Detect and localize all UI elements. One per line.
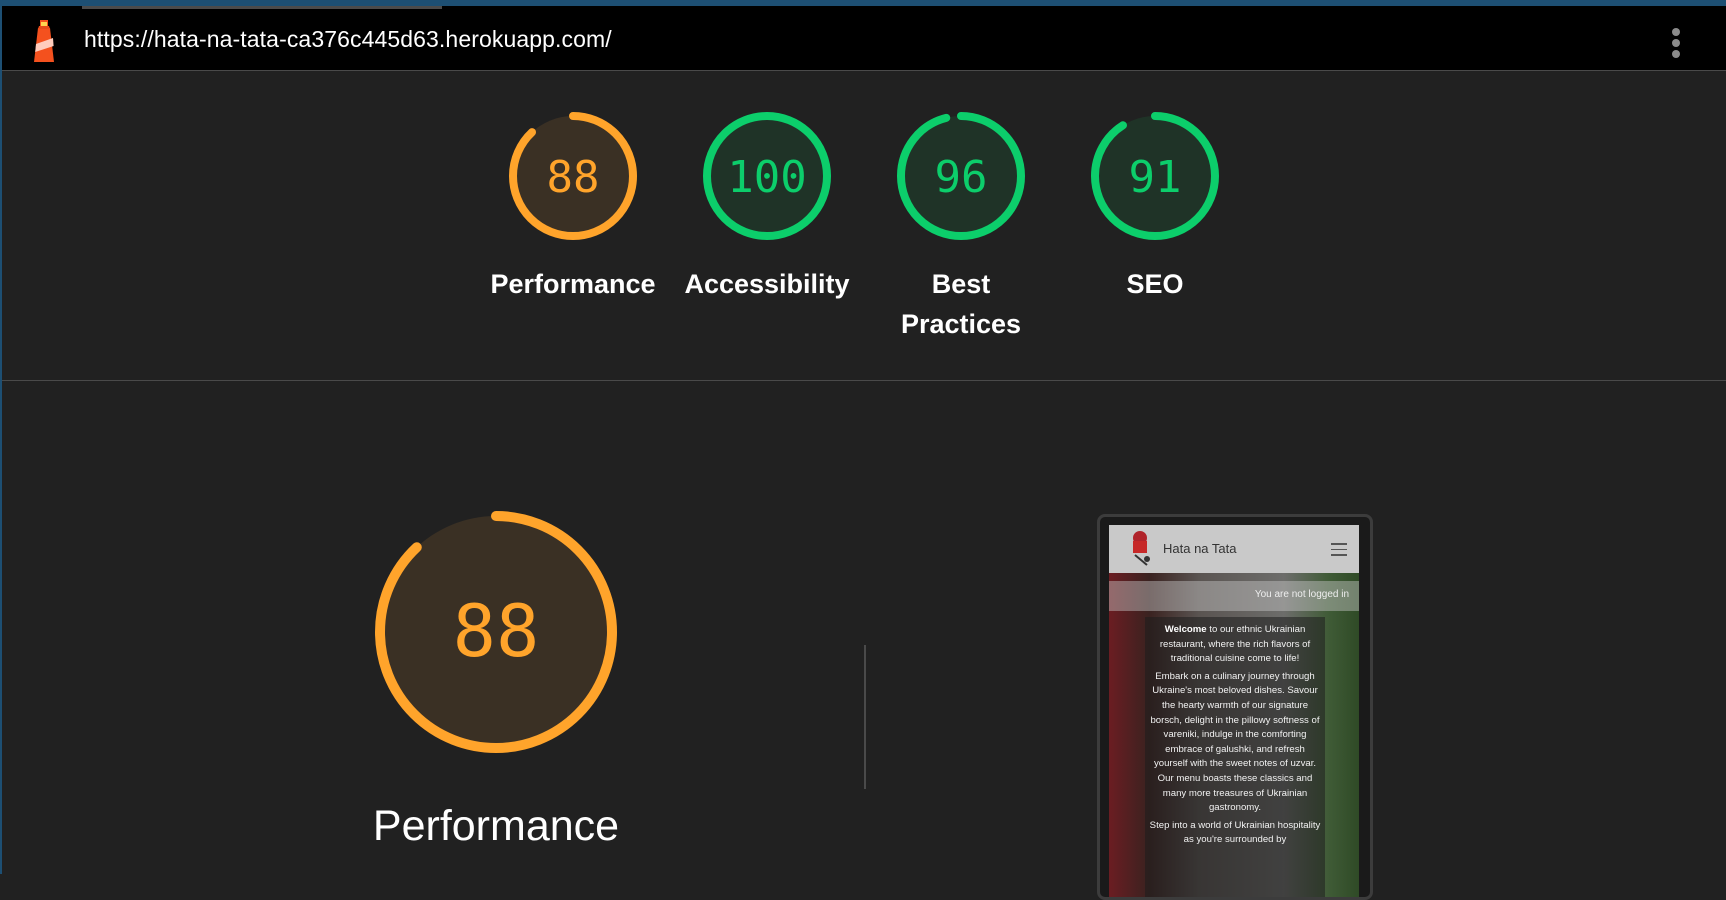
gauge-label: Performance (490, 269, 656, 299)
login-status-bar: You are not logged in (1109, 581, 1359, 611)
performance-main-gauge: 88 (375, 511, 617, 753)
hamburger-menu-icon (1331, 543, 1347, 560)
chef-logo-icon (1133, 531, 1150, 566)
gauge-ring: 96 (897, 112, 1025, 240)
login-status-text: You are not logged in (1254, 589, 1349, 600)
site-header: Hata na Tata (1109, 525, 1359, 573)
final-screenshot-thumbnail[interactable]: Hata na Tata You are not logged in Welco… (1097, 514, 1373, 900)
gauge-ring: 100 (703, 112, 831, 240)
welcome-paragraph-2: Embark on a culinary journey through Ukr… (1150, 670, 1320, 814)
screenshot-viewport: Hata na Tata You are not logged in Welco… (1109, 525, 1359, 897)
tab-strip (82, 6, 442, 9)
gauge-ring: 91 (1091, 112, 1219, 240)
gauge-performance[interactable]: 88 Performance (476, 110, 670, 304)
gauge-value: 96 (935, 152, 988, 203)
gauge-ring: 88 (509, 112, 637, 240)
gauge-value: 88 (547, 152, 600, 203)
gauge-value: 91 (1129, 152, 1182, 203)
score-gauges: 88 Performance 100 Accessibility 96 Best… (0, 110, 1726, 370)
welcome-text-block: Welcome to our ethnic Ukrainian restaura… (1145, 617, 1325, 897)
gauge-accessibility[interactable]: 100 Accessibility (670, 110, 864, 304)
welcome-bold: Welcome (1164, 624, 1207, 635)
performance-score-value: 88 (453, 589, 540, 673)
report-url[interactable]: https://hata-na-tata-ca376c445d63.heroku… (84, 26, 612, 53)
gauge-best-practices[interactable]: 96 Best Practices (864, 110, 1058, 344)
performance-heading: Performance (372, 802, 620, 850)
gauge-label: Accessibility (684, 269, 850, 299)
gauge-seo[interactable]: 91 SEO (1058, 110, 1252, 304)
report-topbar: https://hata-na-tata-ca376c445d63.heroku… (2, 6, 1726, 71)
gauge-label: SEO (1126, 269, 1184, 299)
gauge-label: Best Practices (900, 269, 1022, 339)
kebab-menu-icon[interactable] (1670, 28, 1682, 62)
vertical-divider (864, 645, 866, 789)
section-divider (2, 380, 1726, 381)
lighthouse-icon (34, 20, 54, 62)
site-title: Hata na Tata (1163, 541, 1237, 556)
gauge-value: 100 (727, 152, 806, 203)
welcome-paragraph-3: Step into a world of Ukrainian hospitali… (1149, 819, 1321, 846)
